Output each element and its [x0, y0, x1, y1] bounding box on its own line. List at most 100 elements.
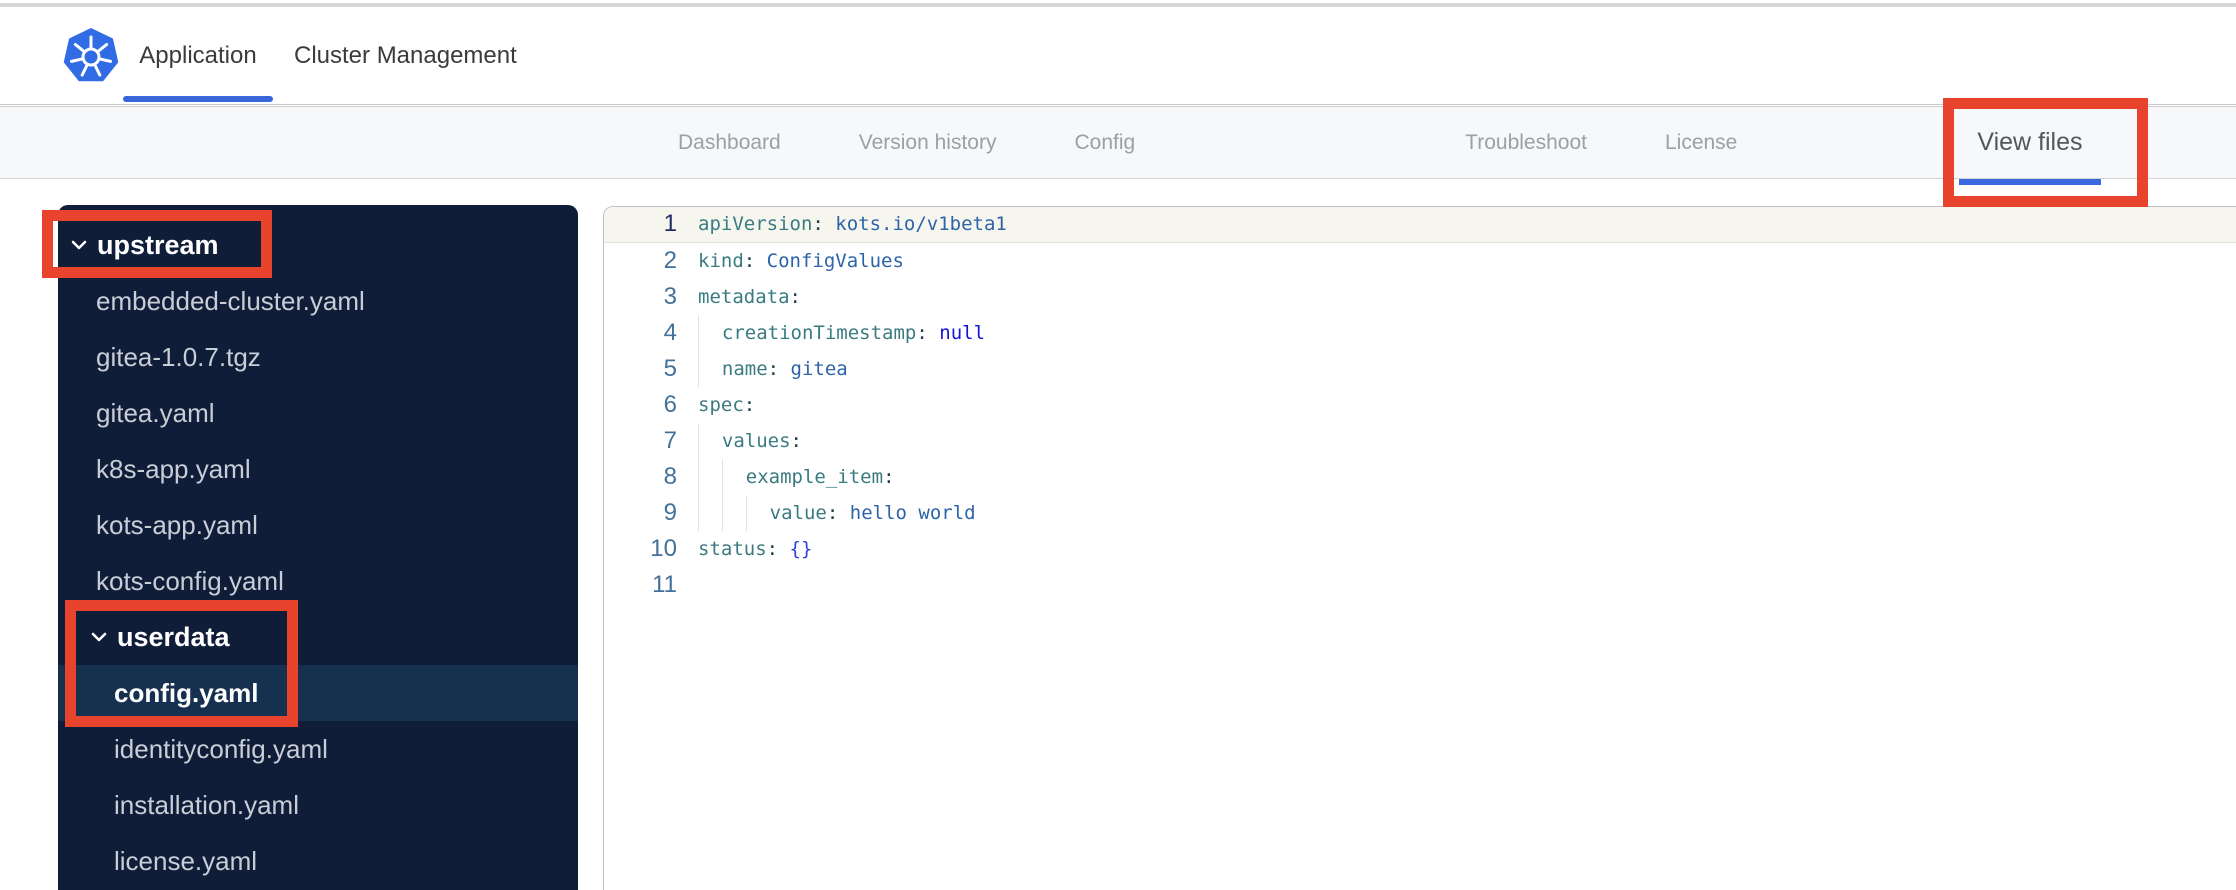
file-label: installation.yaml	[114, 789, 299, 820]
code-token: spec	[698, 394, 744, 416]
code-token: :	[790, 430, 802, 452]
tree-file-k8s-app-yaml[interactable]: k8s-app.yaml	[58, 441, 578, 497]
line-number: 1	[663, 210, 677, 237]
tree-file-gitea-yaml[interactable]: gitea.yaml	[58, 385, 578, 441]
code-token: gitea	[790, 358, 848, 380]
code-line: 3 metadata:	[604, 279, 2236, 315]
code-line: 5 name: gitea	[604, 351, 2236, 387]
code-token: ConfigValues	[766, 250, 904, 272]
folder-label: upstream	[97, 229, 219, 260]
indent-guide	[698, 351, 722, 387]
nav-tab-dashboard[interactable]: Dashboard	[678, 107, 781, 178]
code-line: 4 creationTimestamp: null	[604, 315, 2236, 351]
file-label: license.yaml	[114, 845, 258, 876]
line-number: 4	[663, 319, 677, 346]
line-number: 5	[663, 355, 677, 382]
file-label: kots-config.yaml	[96, 565, 284, 596]
app-subnav: Dashboard Version history Config Troublesho…	[0, 106, 2236, 185]
nav-tab-view-files[interactable]: View files	[1959, 107, 2101, 185]
app-header: Application Cluster Management	[0, 7, 2236, 105]
code-token: :	[812, 213, 836, 235]
code-text: status: {}	[698, 531, 812, 567]
code-token: kind	[698, 250, 744, 272]
header-tab-application[interactable]: Application	[123, 7, 273, 104]
code-text: creationTimestamp: null	[698, 315, 985, 351]
chevron-down-icon[interactable]	[90, 630, 108, 644]
code-text: value: hello world	[698, 495, 976, 531]
nav-tab-config[interactable]: Config	[1074, 107, 1135, 178]
indent-guide	[721, 495, 746, 531]
code-token: apiVersion	[698, 213, 813, 235]
nav-tab-license[interactable]: License	[1665, 107, 1737, 178]
line-number: 8	[663, 463, 677, 490]
file-label: gitea-1.0.7.tgz	[96, 341, 261, 372]
file-label: kots-app.yaml	[96, 509, 258, 540]
code-line: 1 apiVersion: kots.io/v1beta1	[604, 207, 2236, 243]
code-token: value	[769, 502, 827, 524]
line-number: 2	[663, 247, 677, 274]
code-text: apiVersion: kots.io/v1beta1	[698, 207, 1007, 242]
tree-file-embedded-cluster-yaml[interactable]: embedded-cluster.yaml	[58, 273, 578, 329]
code-text: metadata:	[698, 279, 801, 315]
code-line: 8 example_item:	[604, 459, 2236, 495]
code-token: name	[721, 358, 768, 380]
tree-folder-userdata[interactable]: userdata	[58, 609, 578, 665]
header-tab-cluster-management[interactable]: Cluster Management	[273, 7, 538, 104]
code-text: spec:	[698, 387, 755, 423]
nav-tab-version-history[interactable]: Version history	[859, 107, 997, 178]
indent-guide	[721, 459, 746, 495]
file-label: config.yaml	[114, 677, 259, 708]
active-tab-underline	[123, 96, 273, 102]
code-token: :	[766, 538, 790, 560]
code-token: :	[916, 322, 940, 344]
code-token: status	[698, 538, 767, 560]
file-label: identityconfig.yaml	[114, 733, 328, 764]
file-label: gitea.yaml	[96, 397, 215, 428]
tree-file-kots-config-yaml[interactable]: kots-config.yaml	[58, 553, 578, 609]
line-number: 6	[663, 391, 677, 418]
header-tabs: Application Cluster Management	[123, 7, 538, 104]
file-content-viewer[interactable]: 1 apiVersion: kots.io/v1beta1 2 kind: Confi…	[603, 206, 2236, 890]
tree-file-installation-yaml[interactable]: installation.yaml	[58, 777, 578, 833]
code-token: values	[721, 430, 791, 452]
header-tab-label: Cluster Management	[294, 41, 517, 69]
code-text: name: gitea	[698, 351, 848, 387]
nav-tabs: Dashboard Version history Config Troublesho…	[0, 107, 2236, 185]
code-line: 10 status: {}	[604, 531, 2236, 567]
code-token: kots.io/v1beta1	[835, 213, 1007, 235]
tree-file-license-yaml[interactable]: license.yaml	[58, 833, 578, 889]
indent-guide	[698, 423, 722, 459]
file-label: k8s-app.yaml	[96, 453, 251, 484]
code-token: :	[743, 394, 756, 416]
tree-file-kots-app-yaml[interactable]: kots-app.yaml	[58, 497, 578, 553]
code-line: 11	[604, 567, 2236, 603]
code-text: example_item:	[698, 459, 895, 495]
code-token: :	[767, 358, 791, 380]
line-number: 9	[663, 499, 677, 526]
tree-folder-upstream[interactable]: upstream	[58, 217, 578, 273]
line-number: 7	[663, 427, 677, 454]
tree-file-gitea-1-0-7-tgz[interactable]: gitea-1.0.7.tgz	[58, 329, 578, 385]
indent-guide	[698, 315, 722, 351]
file-label: embedded-cluster.yaml	[96, 285, 365, 316]
line-number: 3	[663, 283, 677, 310]
tree-file-config-yaml[interactable]: config.yaml	[58, 665, 578, 721]
code-line: 7 values:	[604, 423, 2236, 459]
code-token: :	[789, 286, 801, 308]
chevron-down-icon[interactable]	[70, 238, 88, 252]
code-token: {}	[789, 538, 813, 560]
nav-tab-troubleshoot[interactable]: Troubleshoot	[1465, 107, 1587, 178]
code-token: null	[939, 322, 986, 344]
code-token: example_item	[745, 466, 884, 488]
code-token: :	[743, 250, 767, 272]
code-line: 6 spec:	[604, 387, 2236, 423]
line-number: 10	[650, 535, 677, 562]
code-token: creationTimestamp	[721, 322, 917, 344]
indent-guide	[698, 459, 722, 495]
code-token: :	[883, 466, 895, 488]
code-token: metadata	[698, 286, 790, 308]
file-tree-sidebar: upstream embedded-cluster.yaml gitea-1.0.7…	[58, 205, 578, 890]
tree-file-identityconfig-yaml[interactable]: identityconfig.yaml	[58, 721, 578, 777]
line-number: 11	[652, 571, 677, 598]
code-token: :	[826, 502, 850, 524]
